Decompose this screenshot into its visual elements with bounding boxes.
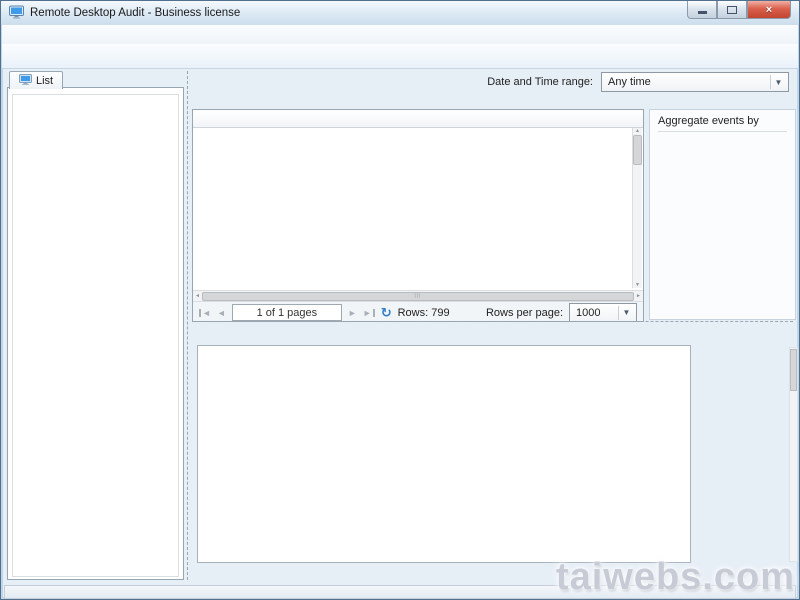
computer-tree-box <box>7 87 184 580</box>
maximize-icon <box>727 6 737 14</box>
pagination-bar: ◄ ◄ 1 of 1 pages ► ► ↻ Rows: 799 Rows pe… <box>193 301 643 322</box>
vertical-splitter[interactable] <box>187 71 188 580</box>
computer-tree <box>12 94 179 577</box>
next-page-button[interactable]: ► <box>348 308 357 318</box>
date-range-select[interactable]: Any time ▼ <box>601 72 789 92</box>
events-chart <box>201 349 685 557</box>
close-button[interactable]: × <box>747 1 791 19</box>
aggregate-panel: Aggregate events by <box>649 109 796 320</box>
menu-bar <box>2 25 798 45</box>
table-body <box>193 128 644 290</box>
table-vertical-scrollbar[interactable]: ▲▼ <box>632 128 642 288</box>
computer-list-panel: List <box>7 71 184 580</box>
date-range-label: Date and Time range: <box>487 76 593 88</box>
first-page-button[interactable]: ◄ <box>199 308 211 318</box>
toolbar <box>2 44 798 69</box>
watermark: taiwebs.com <box>556 556 795 599</box>
app-window: Remote Desktop Audit - Business license … <box>0 0 800 600</box>
titlebar[interactable]: Remote Desktop Audit - Business license … <box>1 1 799 26</box>
graph-panel <box>197 345 691 563</box>
tab-list[interactable]: List <box>9 71 63 89</box>
window-title: Remote Desktop Audit - Business license <box>30 7 240 19</box>
summary-panel: ◄|||► ◄ ◄ 1 of 1 pages ► ► ↻ Rows: 799 R… <box>192 109 644 322</box>
app-icon <box>9 5 24 22</box>
chevron-down-icon: ▼ <box>770 75 786 89</box>
date-range-value: Any time <box>608 76 651 88</box>
rows-per-page-label: Rows per page: <box>486 307 563 319</box>
last-page-button[interactable]: ► <box>363 308 375 318</box>
minimize-button[interactable] <box>687 1 717 19</box>
horizontal-splitter[interactable] <box>192 321 793 322</box>
aggregate-title: Aggregate events by <box>658 115 787 127</box>
table-horizontal-scrollbar[interactable]: ◄|||► <box>193 290 643 301</box>
rows-per-page-value: 1000 <box>576 307 600 319</box>
legend-scrollbar[interactable] <box>789 347 798 562</box>
table-header <box>193 110 644 128</box>
tab-list-label: List <box>36 75 53 87</box>
page-indicator[interactable]: 1 of 1 pages <box>232 304 342 321</box>
chevron-down-icon: ▼ <box>618 306 634 320</box>
minimize-icon <box>698 11 707 14</box>
rows-count: Rows: 799 <box>398 307 450 319</box>
rows-per-page-select[interactable]: 1000 ▼ <box>569 303 637 323</box>
refresh-rows-icon[interactable]: ↻ <box>381 305 392 321</box>
computer-icon <box>19 74 32 88</box>
prev-page-button[interactable]: ◄ <box>217 308 226 318</box>
maximize-button[interactable] <box>717 1 747 19</box>
close-icon: × <box>766 4 772 16</box>
